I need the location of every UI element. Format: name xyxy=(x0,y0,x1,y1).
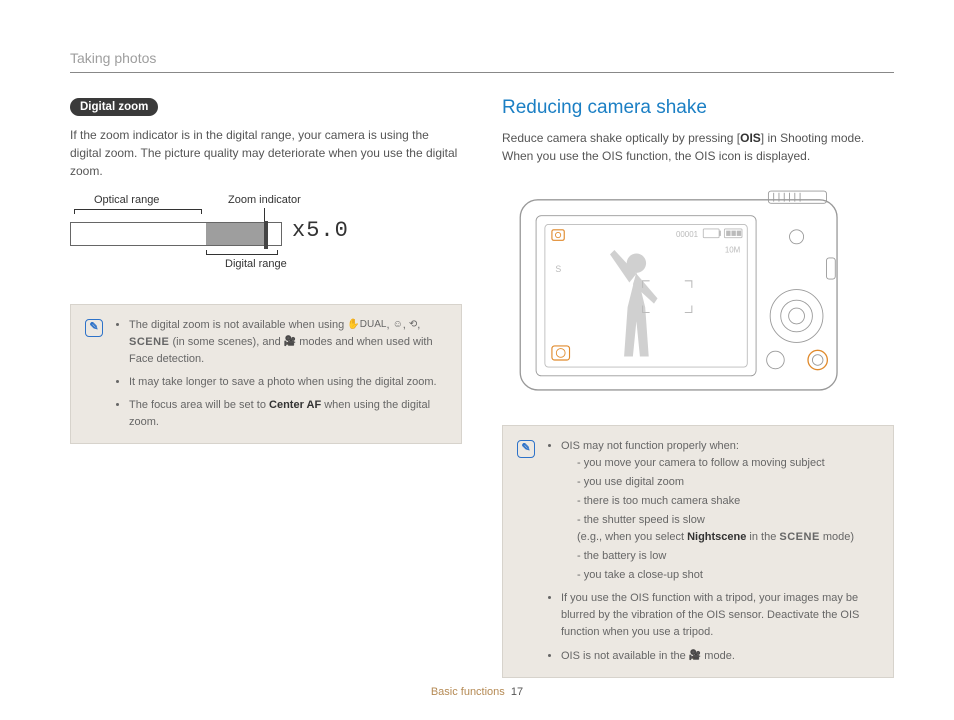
zoom-bar xyxy=(70,222,282,246)
lcd-counter: 00001 xyxy=(676,230,699,239)
scene-icon: SCENE xyxy=(779,531,819,543)
note-item: If you use the OIS function with a tripo… xyxy=(561,590,879,641)
movie-icon: 🎥 xyxy=(284,337,296,347)
digital-zoom-pill: Digital zoom xyxy=(70,98,158,116)
note-subitem: you use digital zoom xyxy=(577,474,879,491)
digital-zoom-intro: If the zoom indicator is in the digital … xyxy=(70,126,462,180)
page-footer: Basic functions 17 xyxy=(0,686,954,698)
note-item: The digital zoom is not available when u… xyxy=(129,317,447,368)
note-item: The focus area will be set to Center AF … xyxy=(129,397,447,431)
page-number: 17 xyxy=(511,686,523,698)
label-optical-range: Optical range xyxy=(94,194,159,206)
beauty-icon: ☺ xyxy=(393,320,403,330)
heading-reducing-shake: Reducing camera shake xyxy=(502,97,894,119)
left-column: Digital zoom If the zoom indicator is in… xyxy=(70,97,462,678)
note-subitem: the battery is low xyxy=(577,548,879,565)
callout-line xyxy=(264,208,265,222)
zoom-fill-digital xyxy=(206,223,266,245)
bracket-optical xyxy=(74,209,202,214)
note-item: OIS may not function properly when: you … xyxy=(561,438,879,584)
label-zoom-indicator: Zoom indicator xyxy=(228,194,301,206)
hand-dual-icon: ✋DUAL xyxy=(347,320,386,330)
lcd-res: 10M xyxy=(725,246,740,255)
right-column: Reducing camera shake Reduce camera shak… xyxy=(502,97,894,678)
zoom-value: x5.0 xyxy=(292,218,349,243)
zoom-diagram: Optical range Zoom indicator x5.0 Digita… xyxy=(70,194,462,294)
footer-label: Basic functions xyxy=(431,686,505,698)
camera-illustration: 00001 10M S xyxy=(502,179,894,409)
note-subitem: you move your camera to follow a moving … xyxy=(577,455,879,472)
section-title: Taking photos xyxy=(70,50,894,73)
bracket-digital xyxy=(206,250,278,255)
note-box-right: ✎ OIS may not function properly when: yo… xyxy=(502,425,894,678)
svg-text:S: S xyxy=(555,264,561,274)
note-item: It may take longer to save a photo when … xyxy=(129,374,447,391)
scene-icon: SCENE xyxy=(129,336,169,348)
note-subitem: the shutter speed is slow (e.g., when yo… xyxy=(577,512,879,546)
label-digital-range: Digital range xyxy=(225,258,287,270)
note-subitem: you take a close-up shot xyxy=(577,567,879,584)
note-icon: ✎ xyxy=(517,440,535,458)
note-icon: ✎ xyxy=(85,319,103,337)
note-subitem: there is too much camera shake xyxy=(577,493,879,510)
ois-intro: Reduce camera shake optically by pressin… xyxy=(502,129,894,165)
guide-icon: ⟲ xyxy=(409,320,417,330)
zoom-indicator-thumb xyxy=(264,221,268,249)
note-box-left: ✎ The digital zoom is not available when… xyxy=(70,304,462,444)
note-item: OIS is not available in the 🎥 mode. xyxy=(561,648,879,665)
movie-icon: 🎥 xyxy=(689,651,701,661)
